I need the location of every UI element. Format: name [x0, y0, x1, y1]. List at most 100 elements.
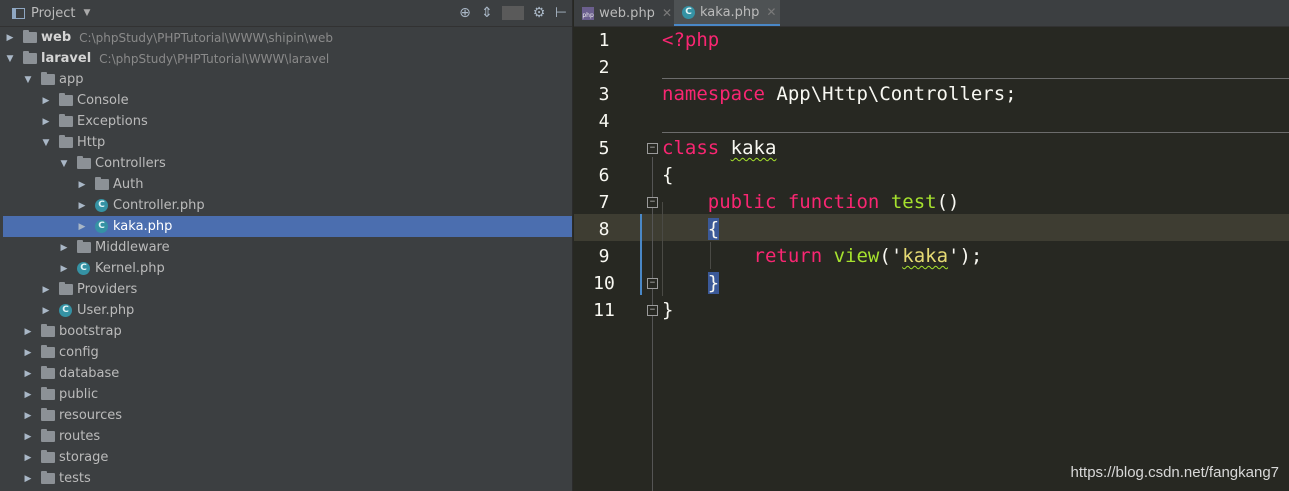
project-header: Project ▼ ⊕ ⇕ ⚙ ⊢ [0, 0, 572, 27]
folder-icon [77, 156, 91, 169]
expanded-arrow-icon[interactable]: ▼ [59, 159, 69, 169]
tree-item-label: Middleware [95, 240, 170, 255]
tree-item-public[interactable]: ▶ public [3, 384, 572, 405]
collapsed-arrow-icon[interactable]: ▶ [77, 180, 87, 190]
tree-item-label: app [59, 72, 84, 87]
close-icon[interactable]: ✕ [766, 5, 776, 19]
tree-item-controllers[interactable]: ▼ Controllers [3, 153, 572, 174]
tree-item-auth[interactable]: ▶ Auth [3, 174, 572, 195]
tree-item-laravel[interactable]: ▼ laravel C:\phpStudy\PHPTutorial\WWW\lara… [3, 48, 572, 69]
namespace-name: App\Http\Controllers; [764, 83, 1017, 105]
collapsed-arrow-icon[interactable]: ▶ [41, 96, 51, 106]
code-line-1: <?php [662, 27, 719, 54]
punctuation: (' [879, 245, 903, 267]
folder-icon [77, 240, 91, 253]
php-class-icon: C [682, 5, 695, 19]
expanded-arrow-icon[interactable]: ▼ [23, 75, 33, 85]
fold-marker-icon[interactable]: − [647, 278, 658, 289]
tree-item-routes[interactable]: ▶ routes [3, 426, 572, 447]
line-number: 10 [593, 273, 615, 294]
tree-item-label: config [59, 345, 99, 360]
tree-item-exceptions[interactable]: ▶ Exceptions [3, 111, 572, 132]
tree-item-tests[interactable]: ▶ tests [3, 468, 572, 489]
collapsed-arrow-icon[interactable]: ▶ [23, 369, 33, 379]
expanded-arrow-icon[interactable]: ▼ [41, 138, 51, 148]
collapsed-arrow-icon[interactable]: ▶ [23, 327, 33, 337]
chevron-down-icon[interactable]: ▼ [83, 8, 90, 18]
watermark: https://blog.csdn.net/fangkang7 [1070, 464, 1279, 481]
collapse-all-icon[interactable]: ⇕ [476, 5, 498, 21]
collapsed-arrow-icon[interactable]: ▶ [23, 474, 33, 484]
change-marker [640, 214, 642, 295]
tree-item-label: User.php [77, 303, 135, 318]
tree-item-kernel-php[interactable]: ▶ C Kernel.php [3, 258, 572, 279]
tree-item-path: C:\phpStudy\PHPTutorial\WWW\shipin\web [79, 30, 334, 45]
fold-marker-icon[interactable]: − [647, 143, 658, 154]
tab-kaka-php[interactable]: C kaka.php ✕ [674, 0, 780, 26]
toolbar-divider [502, 6, 524, 20]
tree-item-kaka-php[interactable]: ▶ Ckaka.php [3, 216, 572, 237]
folder-icon [41, 324, 55, 337]
collapsed-arrow-icon[interactable]: ▶ [77, 222, 87, 232]
gear-icon[interactable]: ⚙ [528, 5, 550, 21]
tree-item-bootstrap[interactable]: ▶ bootstrap [3, 321, 572, 342]
tab-web-php[interactable]: php web.php ✕ [574, 0, 672, 26]
tree-item-resources[interactable]: ▶ resources [3, 405, 572, 426]
close-icon[interactable]: ✕ [662, 6, 672, 20]
collapsed-arrow-icon[interactable]: ▶ [23, 411, 33, 421]
tree-item-providers[interactable]: ▶ Providers [3, 279, 572, 300]
tree-item-label: Providers [77, 282, 138, 297]
collapsed-arrow-icon[interactable]: ▶ [77, 201, 87, 211]
tree-item-user-php[interactable]: ▶ C User.php [3, 300, 572, 321]
folder-icon [59, 282, 73, 295]
line-number: 3 [598, 84, 610, 105]
tree-item-label: Controllers [95, 156, 166, 171]
collapsed-arrow-icon[interactable]: ▶ [23, 432, 33, 442]
tree-item-label: routes [59, 429, 101, 444]
tree-item-label: laravel [41, 51, 92, 66]
fold-marker-icon[interactable]: − [647, 197, 658, 208]
function-name: test [890, 191, 937, 213]
collapsed-arrow-icon[interactable]: ▶ [41, 285, 51, 295]
collapsed-arrow-icon[interactable]: ▶ [23, 390, 33, 400]
tree-item-app[interactable]: ▼ app [3, 69, 572, 90]
collapsed-arrow-icon[interactable]: ▶ [59, 264, 69, 274]
php-file-icon: php [582, 6, 595, 20]
collapsed-arrow-icon[interactable]: ▶ [5, 33, 15, 43]
tree-item-storage[interactable]: ▶ storage [3, 447, 572, 468]
tree-item-http[interactable]: ▼ Http [3, 132, 572, 153]
tree-item-console[interactable]: ▶ Console [3, 90, 572, 111]
crosshair-icon[interactable]: ⊕ [454, 5, 476, 21]
line-number: 9 [598, 246, 610, 267]
collapsed-arrow-icon[interactable]: ▶ [59, 243, 69, 253]
tree-item-middleware[interactable]: ▶ Middleware [3, 237, 572, 258]
collapsed-arrow-icon[interactable]: ▶ [23, 348, 33, 358]
tree-item-web[interactable]: ▶ web C:\phpStudy\PHPTutorial\WWW\shipin\w… [3, 27, 572, 48]
folder-icon [23, 30, 37, 43]
line-number: 4 [598, 111, 610, 132]
collapsed-arrow-icon[interactable]: ▶ [41, 306, 51, 316]
expanded-arrow-icon[interactable]: ▼ [5, 54, 15, 64]
code-line-9: return view('kaka'); [662, 243, 983, 270]
folder-icon [95, 177, 109, 190]
collapsed-arrow-icon[interactable]: ▶ [23, 453, 33, 463]
project-title[interactable]: Project [31, 6, 75, 21]
folder-icon [59, 93, 73, 106]
line-number: 2 [598, 57, 610, 78]
tree-item-label: database [59, 366, 120, 381]
php-class-icon: C [77, 262, 90, 275]
hide-panel-icon[interactable]: ⊢ [550, 5, 572, 21]
tree-item-config[interactable]: ▶ config [3, 342, 572, 363]
punctuation: '); [948, 245, 983, 267]
code-editor[interactable]: − − − − 1 2 3 4 5 6 7 8 9 10 11 <?php na… [574, 27, 1289, 491]
tree-item-controller-php[interactable]: ▶ C Controller.php [3, 195, 572, 216]
php-class-icon: C [95, 220, 108, 233]
php-open-tag: <?php [662, 29, 720, 51]
tree-item-label: Console [77, 93, 129, 108]
collapsed-arrow-icon[interactable]: ▶ [41, 117, 51, 127]
tree-item-label: storage [59, 450, 109, 465]
tree-item-database[interactable]: ▶ database [3, 363, 572, 384]
tree-item-label: kaka.php [113, 219, 173, 234]
code-line-7: public function test() [662, 189, 960, 216]
fold-marker-icon[interactable]: − [647, 305, 658, 316]
